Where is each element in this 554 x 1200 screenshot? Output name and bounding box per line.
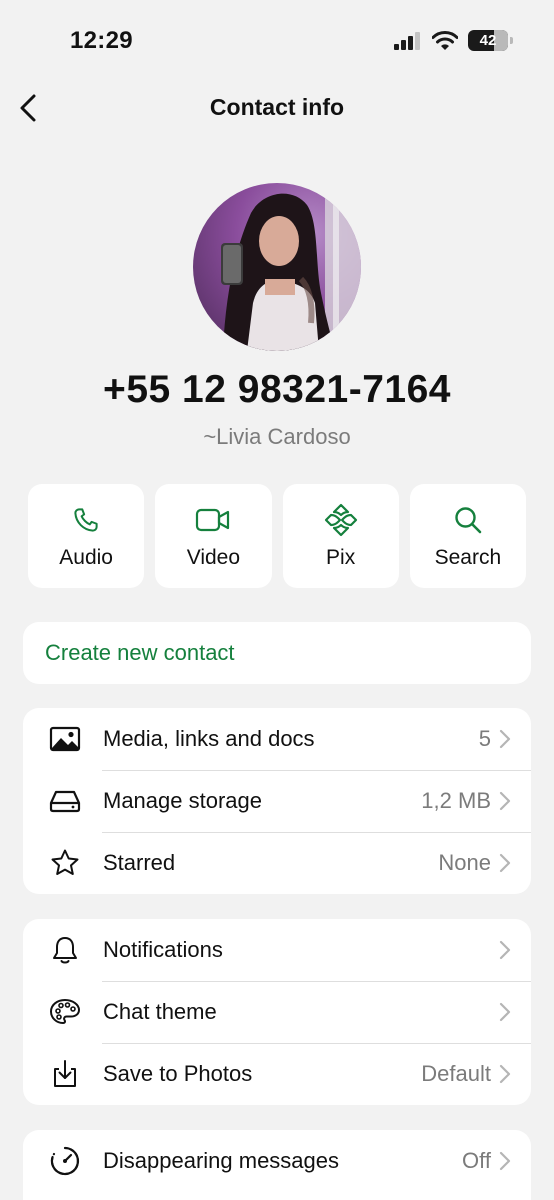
search-label: Search — [434, 546, 502, 569]
avatar-photo — [221, 183, 361, 351]
audio-call-button[interactable]: Audio — [28, 484, 145, 588]
starred-label: Starred — [103, 850, 176, 875]
download-icon — [54, 1060, 76, 1087]
video-call-button[interactable]: Video — [155, 484, 272, 588]
audio-label: Audio — [59, 546, 113, 569]
manage-storage-label: Manage storage — [103, 788, 262, 813]
save-to-photos-label: Save to Photos — [103, 1061, 253, 1086]
starred-value: None — [438, 850, 491, 875]
video-label: Video — [186, 546, 241, 569]
chevron-right-icon — [499, 1064, 511, 1084]
media-count: 5 — [478, 726, 491, 751]
pix-label: Pix — [326, 546, 356, 569]
manage-storage-row[interactable]: Manage storage 1,2 MB — [23, 770, 531, 832]
pix-icon — [324, 503, 357, 537]
phone-icon — [74, 508, 98, 532]
battery-level: 42 — [479, 32, 497, 49]
video-icon — [196, 508, 230, 532]
page-title: Contact info — [209, 94, 345, 120]
chevron-right-icon — [499, 791, 511, 811]
battery-icon: 42 — [468, 30, 513, 51]
chevron-right-icon — [499, 729, 511, 749]
media-links-docs-row[interactable]: Media, links and docs 5 — [23, 708, 531, 770]
contact-phone: +55 12 98321-7164 — [103, 368, 451, 411]
save-to-photos-row[interactable]: Save to Photos Default — [23, 1043, 531, 1105]
notifications-label: Notifications — [103, 937, 223, 962]
chevron-right-icon — [499, 853, 511, 873]
wifi-icon — [432, 30, 458, 50]
create-contact-button[interactable]: Create new contact — [23, 622, 531, 684]
pix-button[interactable]: Pix — [282, 484, 399, 588]
chat-theme-row[interactable]: Chat theme — [23, 981, 531, 1043]
avatar[interactable] — [193, 183, 361, 351]
status-time: 12:29 — [70, 27, 133, 54]
nav-bar: Contact info — [0, 80, 554, 136]
storage-icon — [49, 790, 81, 813]
search-button[interactable]: Search — [409, 484, 526, 588]
timer-icon — [50, 1146, 80, 1176]
disappearing-messages-label: Disappearing messages — [103, 1148, 340, 1173]
status-icons: 42 — [394, 30, 513, 51]
disappearing-messages-value: Off — [462, 1148, 491, 1173]
storage-size: 1,2 MB — [421, 788, 491, 813]
chevron-right-icon — [499, 1002, 511, 1022]
settings-section: Notifications Chat theme Save to Photos … — [23, 919, 531, 1105]
chevron-right-icon — [499, 940, 511, 960]
image-icon — [49, 726, 81, 752]
star-icon — [51, 849, 79, 875]
quick-actions: Audio Video Pix Search — [28, 484, 526, 588]
chat-theme-label: Chat theme — [103, 999, 217, 1024]
starred-row[interactable]: Starred None — [23, 832, 531, 894]
bell-icon — [53, 937, 77, 964]
signal-icon — [394, 31, 420, 50]
contact-name: ~Livia Cardoso — [203, 424, 351, 449]
disappearing-section: Disappearing messages Off — [23, 1130, 531, 1200]
disappearing-messages-row[interactable]: Disappearing messages Off — [23, 1130, 531, 1192]
media-links-docs-label: Media, links and docs — [103, 726, 315, 751]
palette-icon — [50, 999, 80, 1024]
save-to-photos-value: Default — [421, 1061, 491, 1086]
search-icon — [455, 507, 482, 534]
notifications-row[interactable]: Notifications — [23, 919, 531, 981]
status-bar: 12:29 42 — [0, 0, 554, 80]
chevron-right-icon — [499, 1151, 511, 1171]
media-section: Media, links and docs 5 Manage storage 1… — [23, 708, 531, 894]
